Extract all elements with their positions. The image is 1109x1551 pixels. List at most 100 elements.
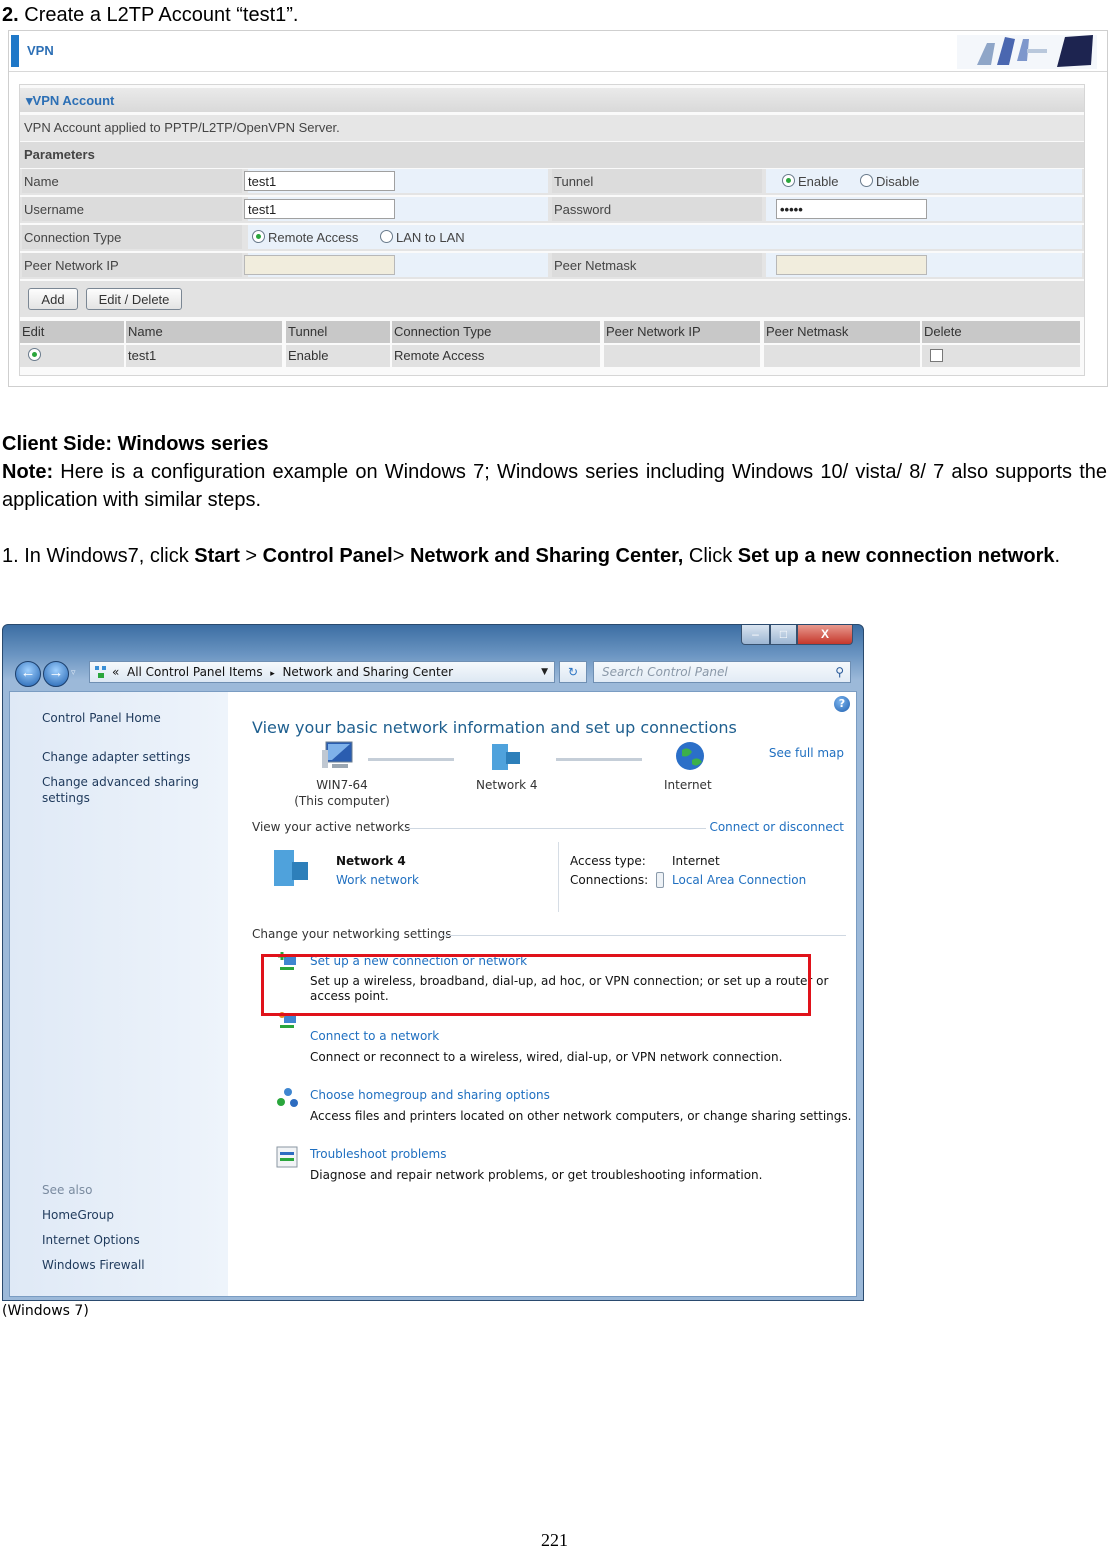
- maximize-button[interactable]: □: [769, 625, 798, 645]
- connect-or-disconnect-link[interactable]: Connect or disconnect: [709, 820, 844, 834]
- task-desc: Access files and printers located on oth…: [310, 1109, 852, 1123]
- internet-label: Internet: [664, 778, 712, 792]
- network-icon: [492, 744, 520, 770]
- name-cell: test1: [126, 345, 282, 367]
- peer-network-ip-input[interactable]: [244, 255, 395, 275]
- task-title-connect-network[interactable]: Connect to a network: [310, 1029, 439, 1043]
- vpn-account-header[interactable]: ▾VPN Account: [20, 88, 1084, 112]
- vpn-header: VPN: [9, 31, 1107, 72]
- username-label: Username: [24, 202, 84, 217]
- note-paragraph: Note: Here is a configuration example on…: [2, 458, 1107, 514]
- see-full-map-link[interactable]: See full map: [769, 746, 844, 760]
- step1-nsc: Network and Sharing Center,: [409, 545, 684, 567]
- homegroup-icon: [277, 1088, 298, 1107]
- search-icon[interactable]: ⚲: [835, 662, 844, 682]
- close-button[interactable]: X: [797, 625, 853, 645]
- vpn-description-row: VPN Account applied to PPTP/L2TP/OpenVPN…: [20, 115, 1084, 141]
- search-input[interactable]: Search Control Panel ⚲: [593, 661, 851, 683]
- password-input[interactable]: •••••: [776, 199, 927, 219]
- edit-radio-icon[interactable]: [28, 348, 41, 361]
- search-placeholder: Search Control Panel: [602, 665, 728, 679]
- change-settings-label: Change your networking settings: [252, 927, 452, 941]
- vpn-account-title: VPN Account: [32, 93, 115, 108]
- task-title-homegroup[interactable]: Choose homegroup and sharing options: [310, 1088, 550, 1102]
- main-title: View your basic network information and …: [252, 718, 737, 737]
- column-header: Tunnel: [286, 321, 390, 343]
- step1-sep: >: [239, 545, 263, 567]
- connection-type-cell: Remote Access: [392, 345, 600, 367]
- left-task-pane: Control Panel Home Change adapter settin…: [10, 692, 228, 1296]
- connections-label: Connections:: [570, 873, 649, 887]
- remote-access-label: Remote Access: [268, 230, 359, 245]
- homegroup-link[interactable]: HomeGroup: [42, 1207, 114, 1223]
- recent-pages-dropdown-icon[interactable]: ▿: [71, 667, 76, 678]
- radio-selected-icon[interactable]: [782, 174, 795, 187]
- breadcrumb-network-sharing-center[interactable]: Network and Sharing Center: [282, 665, 453, 679]
- peer-netmask-cell: [764, 345, 920, 367]
- radio-unselected-icon[interactable]: [380, 230, 393, 243]
- breadcrumb-all-control-panel-items[interactable]: All Control Panel Items: [127, 665, 263, 679]
- step1-setup: Set up a new connection network: [737, 545, 1055, 567]
- breadcrumb: « All Control Panel Items ▸ Network and …: [112, 662, 453, 684]
- delete-cell: [922, 345, 1080, 367]
- breadcrumb-separator-icon[interactable]: ▸: [270, 669, 275, 679]
- control-panel-icon: [94, 665, 108, 679]
- internet-globe-icon: [676, 742, 704, 770]
- connection-type-label: Connection Type: [24, 230, 122, 245]
- computer-icon: [322, 741, 353, 768]
- delete-checkbox[interactable]: [930, 349, 943, 362]
- back-arrow-icon: ←: [20, 664, 36, 681]
- address-bar[interactable]: « All Control Panel Items ▸ Network and …: [89, 661, 555, 683]
- lan-to-lan-option[interactable]: LAN to LAN: [380, 230, 465, 245]
- control-panel-home-link[interactable]: Control Panel Home: [42, 710, 161, 726]
- connection-type-row: Connection Type Remote Access LAN to LAN: [20, 225, 1084, 251]
- forward-button[interactable]: →: [43, 661, 69, 687]
- active-networks-label: View your active networks: [252, 820, 411, 834]
- minimize-button[interactable]: –: [741, 625, 770, 645]
- add-button[interactable]: Add: [28, 288, 78, 310]
- local-area-connection-link[interactable]: Local Area Connection: [672, 873, 806, 887]
- address-dropdown-icon[interactable]: ▼: [541, 662, 548, 682]
- step-heading-text: Create a L2TP Account “test1”.: [18, 4, 299, 26]
- refresh-button[interactable]: ↻: [559, 661, 587, 683]
- divider: [558, 842, 559, 912]
- step-number: 2.: [2, 4, 19, 26]
- column-header: Edit: [20, 321, 124, 343]
- refresh-icon: ↻: [567, 665, 579, 679]
- task-title-troubleshoot[interactable]: Troubleshoot problems: [310, 1147, 446, 1161]
- back-button[interactable]: ←: [15, 661, 41, 687]
- network-map-label: Network 4: [476, 778, 538, 792]
- note-text: Here is a configuration example on Windo…: [2, 461, 1107, 511]
- tunnel-cell: Enable: [286, 345, 390, 367]
- name-label: Name: [24, 174, 59, 189]
- username-input[interactable]: test1: [244, 199, 395, 219]
- edit-cell: [20, 345, 124, 367]
- radio-unselected-icon[interactable]: [860, 174, 873, 187]
- step1-paragraph: 1. In Windows7, click Start > Control Pa…: [2, 542, 1107, 570]
- remote-access-option[interactable]: Remote Access: [252, 230, 358, 245]
- figure-caption: (Windows 7): [2, 1303, 89, 1319]
- tunnel-disable-option[interactable]: Disable: [860, 174, 919, 189]
- computer-sublabel: (This computer): [294, 794, 390, 808]
- internet-options-link[interactable]: Internet Options: [42, 1232, 140, 1248]
- column-header: Delete: [922, 321, 1080, 343]
- windows-firewall-link[interactable]: Windows Firewall: [42, 1257, 145, 1273]
- help-icon[interactable]: ?: [834, 696, 850, 712]
- troubleshoot-icon: [276, 1146, 298, 1168]
- breadcrumb-overflow[interactable]: «: [112, 665, 119, 679]
- step1-start: Start: [194, 545, 240, 567]
- change-adapter-settings-link[interactable]: Change adapter settings: [42, 749, 190, 765]
- radio-selected-icon[interactable]: [252, 230, 265, 243]
- lan-to-lan-label: LAN to LAN: [396, 230, 465, 245]
- highlight-box: [261, 954, 811, 1016]
- task-desc: Connect or reconnect to a wireless, wire…: [310, 1050, 783, 1064]
- edit-delete-button[interactable]: Edit / Delete: [86, 288, 182, 310]
- see-also-label: See also: [42, 1183, 93, 1197]
- peer-netmask-input[interactable]: [776, 255, 927, 275]
- table-header: Edit Name Tunnel Connection Type Peer Ne…: [20, 321, 1084, 343]
- tunnel-enable-option[interactable]: Enable: [782, 174, 838, 189]
- name-input[interactable]: test1: [244, 171, 395, 191]
- change-advanced-sharing-link[interactable]: Change advanced sharing settings: [42, 774, 207, 806]
- parameters-label: Parameters: [24, 147, 95, 162]
- work-network-link[interactable]: Work network: [336, 873, 419, 887]
